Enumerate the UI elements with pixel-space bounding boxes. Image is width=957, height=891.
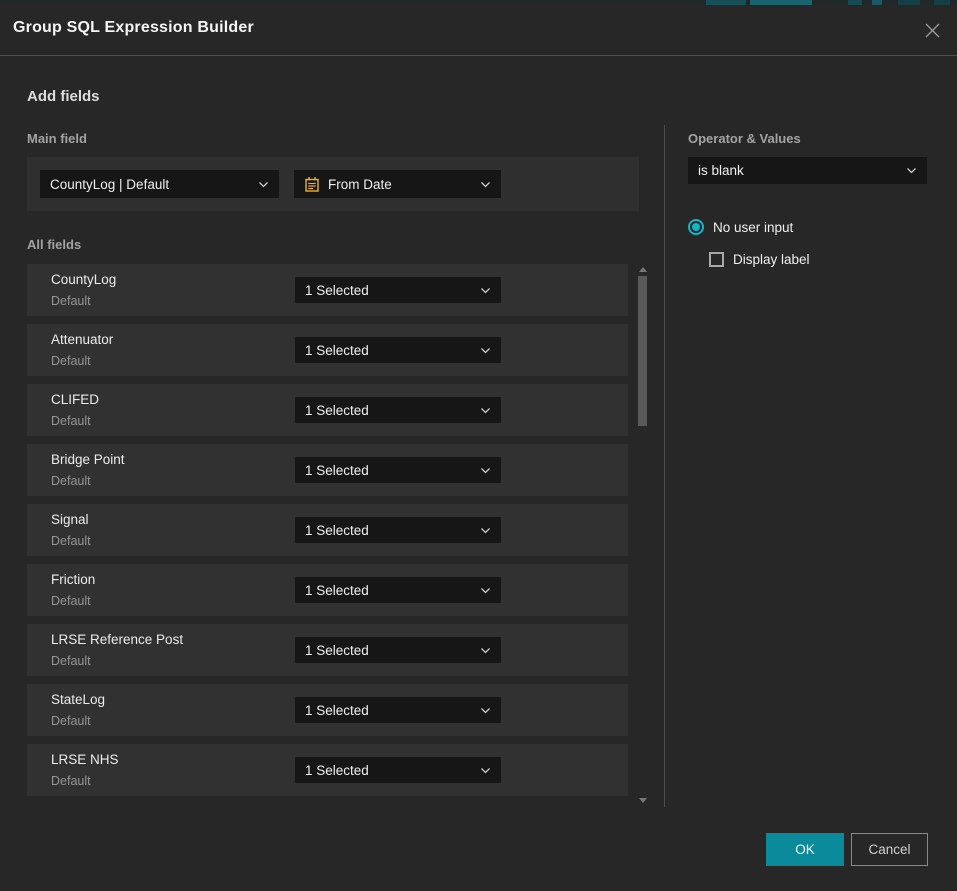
radio-selected-icon xyxy=(688,219,704,235)
main-field-field-dropdown[interactable]: From Date xyxy=(294,170,501,198)
no-user-input-radio[interactable]: No user input xyxy=(688,219,793,235)
field-selected-value: 1 Selected xyxy=(305,583,474,598)
chevron-down-icon xyxy=(480,767,491,774)
field-selected-dropdown[interactable]: 1 Selected xyxy=(295,757,501,783)
field-selected-value: 1 Selected xyxy=(305,463,474,478)
chevron-down-icon xyxy=(480,347,491,354)
field-subtitle: Default xyxy=(51,294,91,308)
vertical-divider xyxy=(664,125,665,807)
checkbox-unchecked-icon xyxy=(709,252,724,267)
field-name: Friction xyxy=(51,572,95,587)
field-name: Bridge Point xyxy=(51,452,125,467)
dialog-title: Group SQL Expression Builder xyxy=(13,19,254,37)
field-subtitle: Default xyxy=(51,474,91,488)
cancel-button[interactable]: Cancel xyxy=(851,833,928,866)
field-subtitle: Default xyxy=(51,594,91,608)
field-name: LRSE Reference Post xyxy=(51,632,183,647)
field-selected-dropdown[interactable]: 1 Selected xyxy=(295,697,501,723)
field-row: Signal Default 1 Selected xyxy=(27,504,628,556)
scroll-down-arrow[interactable] xyxy=(639,797,647,803)
field-selected-dropdown[interactable]: 1 Selected xyxy=(295,397,501,423)
field-name: LRSE NHS xyxy=(51,752,119,767)
field-name: StateLog xyxy=(51,692,105,707)
all-fields-label: All fields xyxy=(27,237,81,252)
field-name: CountyLog xyxy=(51,272,116,287)
chevron-down-icon xyxy=(480,287,491,294)
all-fields-list: CountyLog Default 1 Selected Attenuator Defa… xyxy=(27,264,628,804)
field-subtitle: Default xyxy=(51,534,91,548)
chevron-down-icon xyxy=(480,647,491,654)
footer-buttons: OK Cancel xyxy=(766,833,928,866)
field-name: Attenuator xyxy=(51,332,113,347)
main-field-field-value: From Date xyxy=(328,177,466,192)
field-selected-value: 1 Selected xyxy=(305,703,474,718)
field-row: Bridge Point Default 1 Selected xyxy=(27,444,628,496)
fields-list-scrollbar[interactable] xyxy=(637,264,649,805)
operator-dropdown[interactable]: is blank xyxy=(688,157,927,184)
main-field-source-value: CountyLog | Default xyxy=(50,177,252,192)
chevron-down-icon xyxy=(480,587,491,594)
field-selected-value: 1 Selected xyxy=(305,403,474,418)
close-icon xyxy=(924,22,941,39)
field-name: Signal xyxy=(51,512,89,527)
chevron-down-icon xyxy=(258,181,269,188)
main-field-source-dropdown[interactable]: CountyLog | Default xyxy=(40,170,279,198)
field-selected-value: 1 Selected xyxy=(305,343,474,358)
field-row: Friction Default 1 Selected xyxy=(27,564,628,616)
field-row: LRSE NHS Default 1 Selected xyxy=(27,744,628,796)
field-row: Attenuator Default 1 Selected xyxy=(27,324,628,376)
no-user-input-label: No user input xyxy=(713,220,793,235)
close-button[interactable] xyxy=(920,18,944,42)
field-selected-dropdown[interactable]: 1 Selected xyxy=(295,277,501,303)
chevron-down-icon xyxy=(906,167,917,174)
scroll-up-arrow[interactable] xyxy=(639,266,647,272)
chevron-down-icon xyxy=(480,181,491,188)
chevron-down-icon xyxy=(480,407,491,414)
chevron-down-icon xyxy=(480,707,491,714)
add-fields-heading: Add fields xyxy=(27,88,100,105)
field-selected-dropdown[interactable]: 1 Selected xyxy=(295,577,501,603)
field-row: LRSE Reference Post Default 1 Selected xyxy=(27,624,628,676)
display-label-checkbox[interactable]: Display label xyxy=(709,252,810,267)
operator-value: is blank xyxy=(698,163,900,178)
main-field-panel: CountyLog | Default From Date xyxy=(27,157,639,211)
chevron-down-icon xyxy=(480,467,491,474)
field-row: StateLog Default 1 Selected xyxy=(27,684,628,736)
display-label-label: Display label xyxy=(733,252,810,267)
group-sql-expression-builder-dialog: Group SQL Expression Builder Add fields … xyxy=(0,5,957,891)
field-subtitle: Default xyxy=(51,414,91,428)
field-selected-value: 1 Selected xyxy=(305,283,474,298)
field-selected-dropdown[interactable]: 1 Selected xyxy=(295,517,501,543)
field-name: CLIFED xyxy=(51,392,99,407)
calendar-icon xyxy=(304,176,320,193)
field-row: CountyLog Default 1 Selected xyxy=(27,264,628,316)
main-field-label: Main field xyxy=(27,131,87,146)
field-subtitle: Default xyxy=(51,774,91,788)
field-subtitle: Default xyxy=(51,654,91,668)
field-selected-value: 1 Selected xyxy=(305,763,474,778)
field-selected-dropdown[interactable]: 1 Selected xyxy=(295,337,501,363)
field-selected-value: 1 Selected xyxy=(305,523,474,538)
scrollbar-thumb[interactable] xyxy=(638,276,647,426)
ok-button[interactable]: OK xyxy=(766,833,844,866)
field-row: CLIFED Default 1 Selected xyxy=(27,384,628,436)
chevron-down-icon xyxy=(480,527,491,534)
field-subtitle: Default xyxy=(51,714,91,728)
dialog-header: Group SQL Expression Builder xyxy=(0,5,957,56)
operator-values-label: Operator & Values xyxy=(688,131,801,146)
field-selected-value: 1 Selected xyxy=(305,643,474,658)
field-selected-dropdown[interactable]: 1 Selected xyxy=(295,637,501,663)
field-subtitle: Default xyxy=(51,354,91,368)
field-selected-dropdown[interactable]: 1 Selected xyxy=(295,457,501,483)
